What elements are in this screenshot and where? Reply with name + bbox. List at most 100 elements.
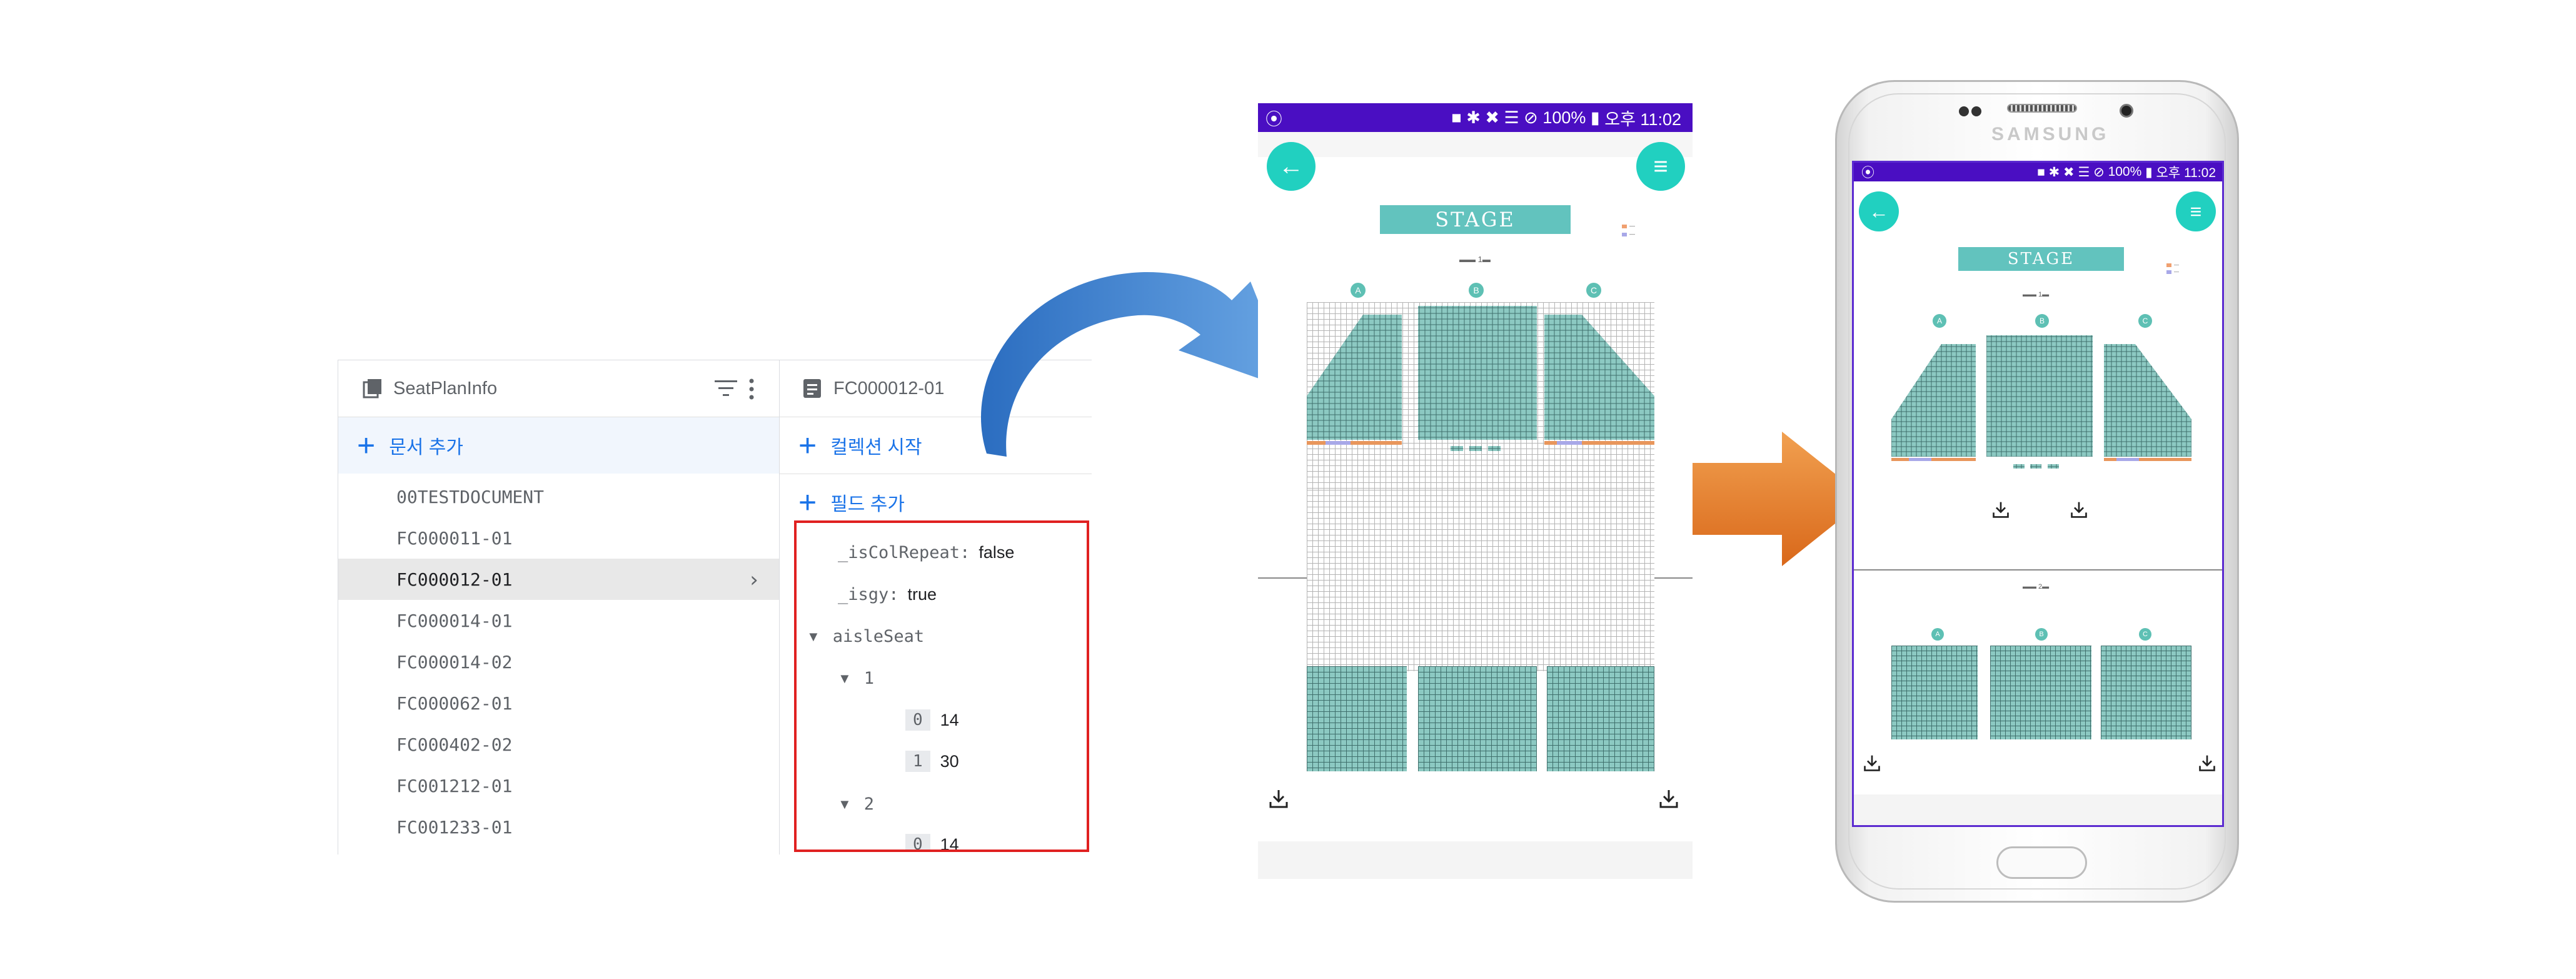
floor-label: ▬▬ 1▬ [2023,291,2050,298]
document-item[interactable]: FC000014-01 [338,600,779,641]
plus-icon: + [357,428,376,463]
collection-icon [362,378,383,399]
legend-item: — [1622,222,1635,230]
download-icon[interactable] [1991,500,2010,522]
clock-text: 오후 11:02 [2156,166,2216,180]
stage-label: STAGE [1380,205,1571,234]
document-id: FC001212-01 [396,775,513,796]
document-id: FC001233-01 [396,816,513,838]
bottom-bar [1258,841,1693,879]
section-label-c: C [2138,314,2152,328]
field-value: false [979,543,1015,562]
download-icon[interactable] [1863,754,1881,776]
sensor-dot [1971,106,1981,116]
sensor-dot [1959,106,1969,116]
section-label-b: B [1469,283,1484,298]
field-row[interactable]: _isgy: true [838,585,937,604]
download-icon[interactable] [2070,500,2088,522]
field-key: _isColRepeat: [838,543,970,562]
field-key: 2 [863,794,875,814]
field-key: 1 [863,669,875,688]
menu-icon: ≡ [2190,200,2202,223]
seat-grid-lower [1307,490,1654,671]
document-id: FC000012-01 [396,569,513,590]
legend-item: — [2166,261,2179,268]
field-key: aisleSeat [832,627,925,646]
seat-block-c [1547,666,1654,771]
seat-block-a [1307,666,1407,771]
document-id: FC000014-01 [396,610,513,631]
screen-cast-icon: ⦿ [1861,166,1874,180]
document-item[interactable]: FC001233-01 [338,806,779,848]
menu-button[interactable]: ≡ [1636,142,1685,191]
plus-icon: + [798,485,817,520]
screen-cast-icon: ⦿ [1265,109,1282,129]
document-item[interactable]: FC000062-01 [338,682,779,724]
array-item[interactable]: 1 30 [905,751,959,772]
section-label-a: A [1931,628,1944,641]
status-icons: ■ ✱ ✖ ☰ ⊘ [2037,165,2108,180]
document-id: FC000062-01 [396,692,513,714]
more-vert-icon[interactable] [748,378,755,403]
status-bar: ⦿ ■ ✱ ✖ ☰ ⊘ 100% ▮ 오후 11:02 [1854,163,2222,181]
field-row[interactable]: _isColRepeat: false [838,543,1014,562]
seat-block-b [1990,646,2091,739]
legend-item: — [1622,230,1635,238]
download-icon[interactable] [1268,788,1289,813]
collection-column: SeatPlanInfo + 문서 추가 00TESTDOCUMENT FC00… [338,360,780,855]
array-value: 14 [940,710,959,729]
legend: — — [2166,261,2179,275]
floor-label: ▬▬ 1▬ [1459,255,1491,264]
phone-screen: ⦿ ■ ✱ ✖ ☰ ⊘ 100% ▮ 오후 11:02 ← ≡ STAGE — … [1852,161,2224,827]
document-item[interactable]: FC001212-01 [338,765,779,806]
back-button[interactable]: ← [1859,191,1899,231]
home-button[interactable] [1996,846,2087,879]
field-key: _isgy: [838,585,899,604]
download-icon[interactable] [1658,788,1679,813]
field-row-group[interactable]: ▼ 1 [838,669,883,688]
menu-button[interactable]: ≡ [2176,191,2216,231]
collection-title: SeatPlanInfo [393,378,498,398]
start-collection-label: 컬렉션 시작 [830,437,922,458]
back-button[interactable]: ← [1267,142,1316,191]
document-item[interactable]: FC000402-02 [338,724,779,765]
document-title: FC000012-01 [833,378,945,398]
stage-label: STAGE [1958,247,2124,271]
document-item-selected[interactable]: FC000012-01 › [338,559,779,600]
front-camera [2120,104,2133,118]
add-document-button[interactable]: + 문서 추가 [338,417,779,474]
bottom-bar [1854,794,2222,825]
seat-block-a [1891,646,1978,739]
phone-brand: SAMSUNG [1991,124,2110,145]
status-icons: ■ ✱ ✖ ☰ ⊘ [1451,108,1543,127]
expand-triangle-icon[interactable]: ▼ [838,671,852,687]
seat-block-b [1418,666,1537,771]
battery-text: 100% [1542,108,1586,127]
clipped-row: 0 14 [794,831,1089,850]
back-arrow-icon: ← [1869,200,1889,223]
seat-block-c [2101,646,2191,739]
array-item[interactable]: 0 14 [905,834,959,850]
battery-icon: ▮ [1586,108,1605,127]
array-value: 30 [940,751,959,771]
back-arrow-icon: ← [1279,152,1304,180]
battery-text: 100% [2108,165,2142,179]
clock-text: 오후 11:02 [1604,109,1681,129]
document-item[interactable]: 00TESTDOCUMENT [338,476,779,517]
document-item[interactable]: FC000014-02 [338,641,779,682]
legend: — — [1622,222,1635,238]
array-item[interactable]: 0 14 [905,709,959,731]
download-icon[interactable] [2198,754,2216,776]
add-document-label: 문서 추가 [389,437,463,458]
filter-icon[interactable] [713,378,738,402]
expand-triangle-icon[interactable]: ▼ [807,629,820,645]
section-label-a: A [1933,314,1946,328]
field-row-group[interactable]: ▼ 2 [838,794,883,814]
app-screenshot-large: ⦿ ■ ✱ ✖ ☰ ⊘ 100% ▮ 오후 11:02 ← ≡ STAGE — … [1258,103,1693,879]
document-item[interactable]: FC000011-01 [338,517,779,559]
section-label-c: C [2139,628,2151,641]
add-field-label: 필드 추가 [830,494,905,515]
expand-triangle-icon[interactable]: ▼ [838,796,852,813]
field-row-aisle-seat[interactable]: ▼ aisleSeat [807,627,933,646]
array-value: 14 [940,834,959,850]
